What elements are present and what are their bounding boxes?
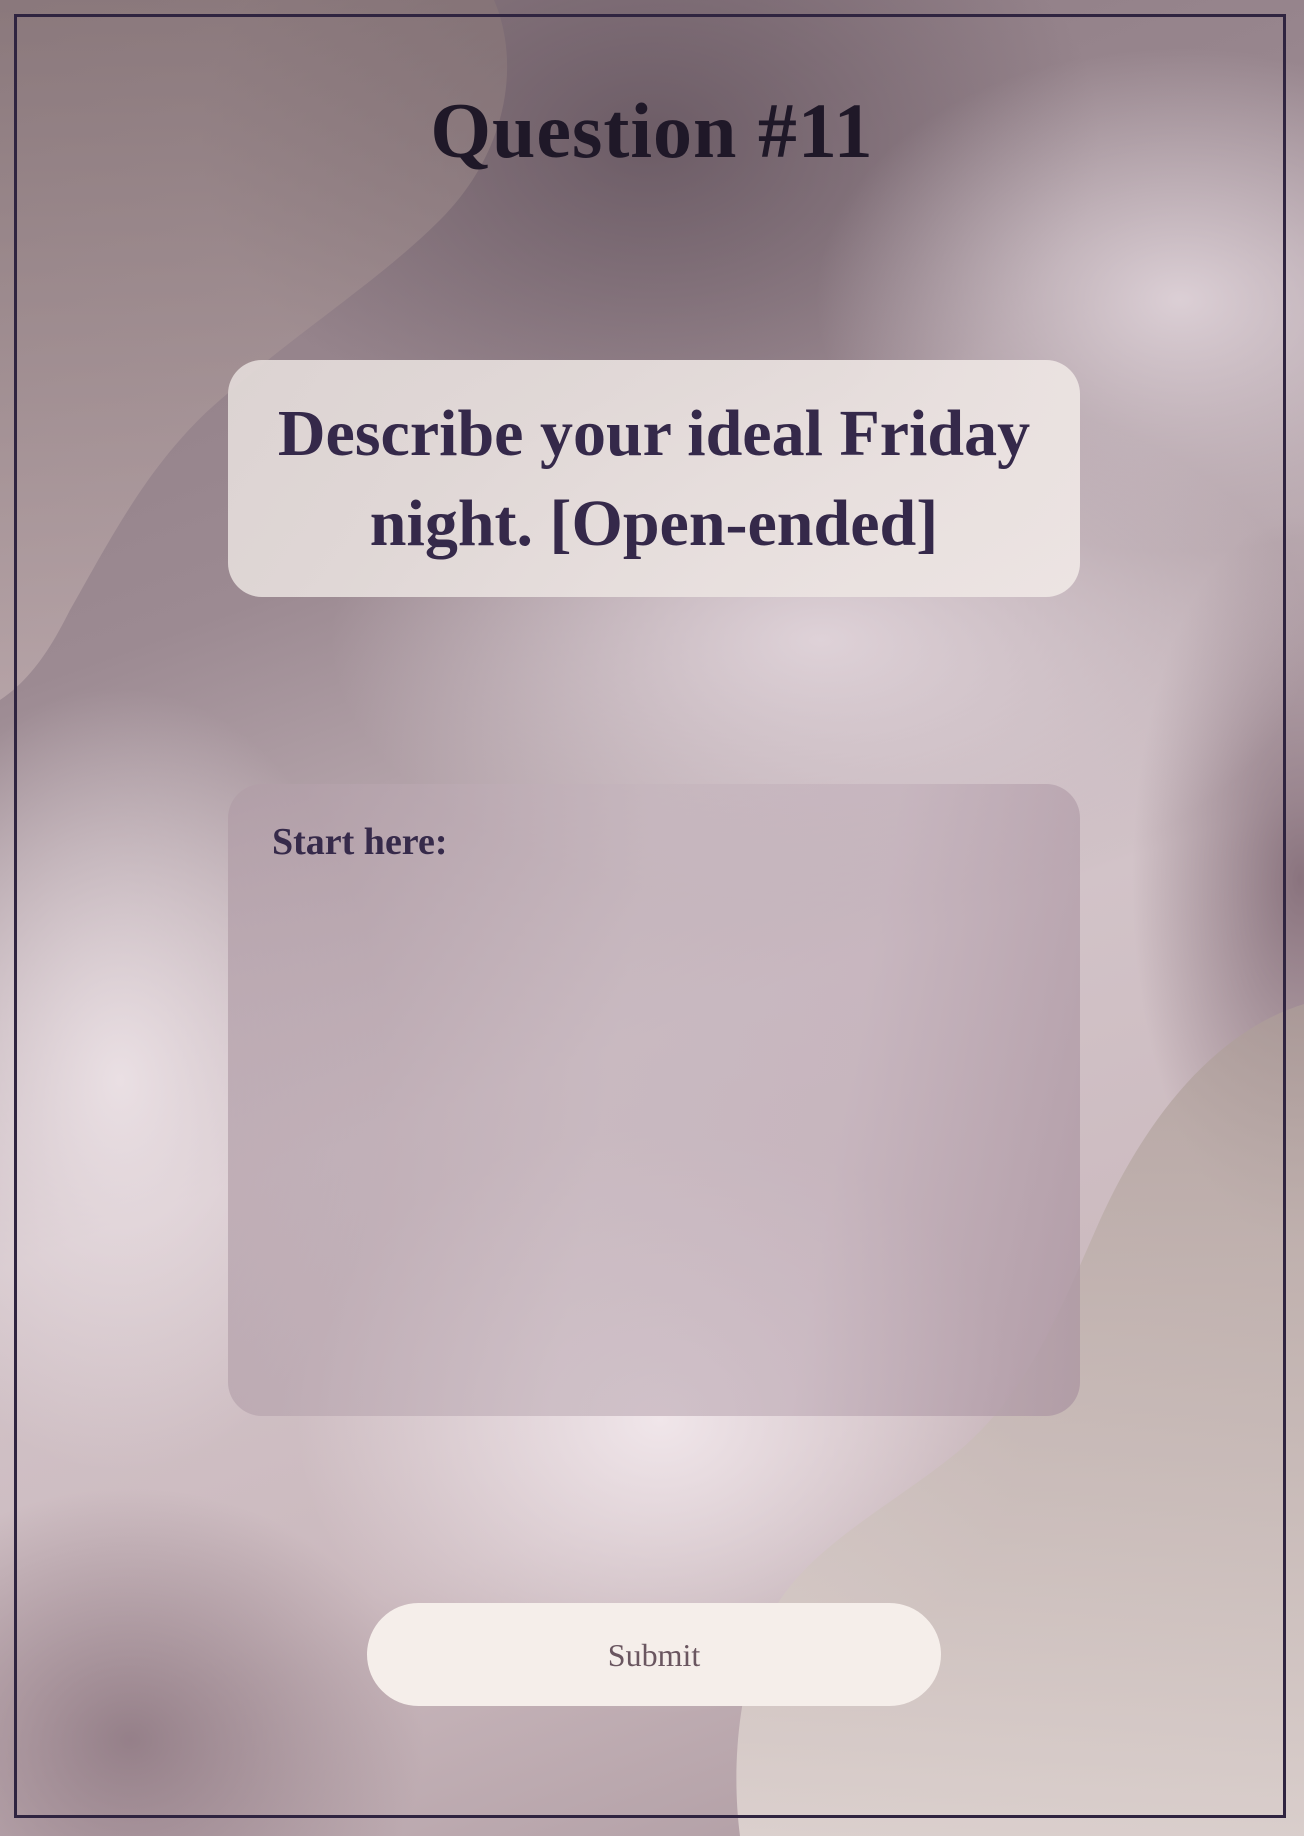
- page-title: Question #11: [430, 87, 874, 174]
- answer-box[interactable]: Start here:: [228, 784, 1080, 1416]
- question-text: Describe your ideal Friday night. [Open-…: [277, 396, 1031, 560]
- answer-label: Start here:: [272, 821, 448, 863]
- answer-input[interactable]: [272, 884, 1040, 1378]
- question-card: Describe your ideal Friday night. [Open-…: [228, 360, 1080, 597]
- submit-button[interactable]: Submit: [367, 1603, 941, 1706]
